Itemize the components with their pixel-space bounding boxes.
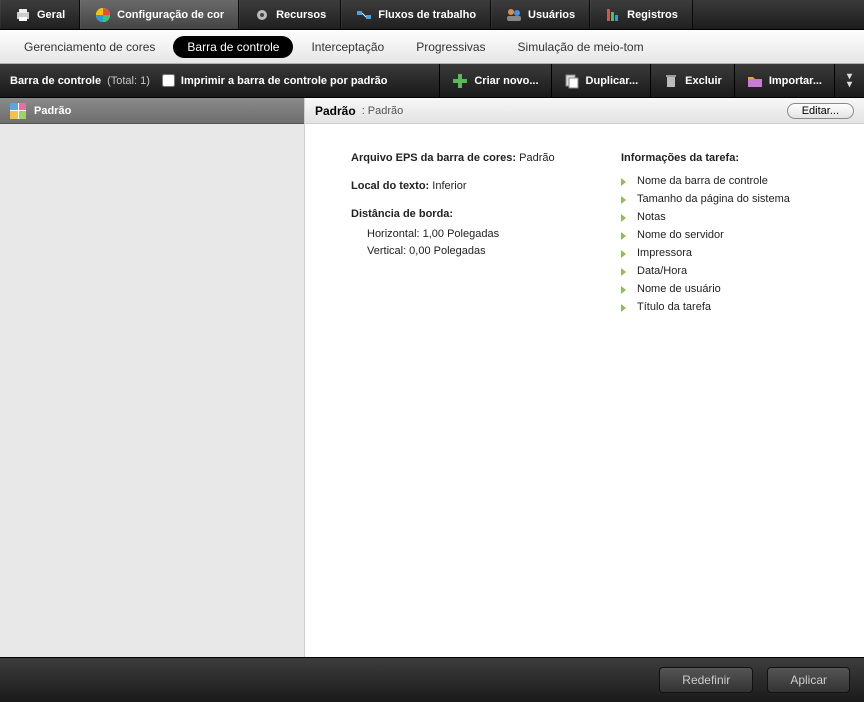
list-item: Tamanho da página do sistema bbox=[621, 190, 838, 208]
subnav-barra-controle[interactable]: Barra de controle bbox=[173, 36, 293, 58]
tab-fluxos[interactable]: Fluxos de trabalho bbox=[341, 0, 491, 29]
printer-icon bbox=[15, 7, 31, 23]
subnav-interceptacao[interactable]: Interceptação bbox=[297, 36, 398, 58]
gear-icon bbox=[254, 7, 270, 23]
button-label: Criar novo... bbox=[474, 75, 538, 87]
vertical-value: Vertical: 0,00 Polegadas bbox=[367, 243, 601, 260]
print-default-text: Imprimir a barra de controle por padrão bbox=[181, 75, 388, 87]
toolbar: Barra de controle (Total: 1) Imprimir a … bbox=[0, 64, 864, 98]
list-item: Data/Hora bbox=[621, 262, 838, 280]
print-default-checkbox[interactable] bbox=[162, 74, 175, 87]
list-item: Notas bbox=[621, 208, 838, 226]
top-tab-bar: Geral Configuração de cor Recursos Fluxo… bbox=[0, 0, 864, 30]
users-icon bbox=[506, 7, 522, 23]
content-header: Padrão : Padrão Editar... bbox=[305, 98, 864, 124]
trash-icon bbox=[663, 73, 679, 89]
sidebar-item-padrao[interactable]: Padrão bbox=[0, 98, 304, 124]
plus-icon bbox=[452, 73, 468, 89]
eps-label: Arquivo EPS da barra de cores: bbox=[351, 152, 516, 164]
tab-registros[interactable]: Registros bbox=[590, 0, 693, 29]
more-button[interactable]: ▾▾ bbox=[834, 64, 864, 97]
logs-icon bbox=[605, 7, 621, 23]
toolbar-count: (Total: 1) bbox=[107, 75, 150, 87]
list-item: Título da tarefa bbox=[621, 298, 838, 316]
list-item: Nome de usuário bbox=[621, 280, 838, 298]
duplicar-button[interactable]: Duplicar... bbox=[551, 64, 651, 97]
duplicate-icon bbox=[564, 73, 580, 89]
tab-label: Geral bbox=[37, 9, 65, 21]
color-wheel-icon bbox=[95, 7, 111, 23]
footer: Redefinir Aplicar bbox=[0, 657, 864, 702]
print-default-checkbox-label[interactable]: Imprimir a barra de controle por padrão bbox=[162, 74, 388, 87]
task-info-list: Nome da barra de controle Tamanho da pág… bbox=[621, 172, 838, 316]
content-title: Padrão bbox=[315, 104, 356, 118]
horizontal-value: Horizontal: 1,00 Polegadas bbox=[367, 226, 601, 243]
workflow-icon bbox=[356, 7, 372, 23]
task-info-title: Informações da tarefa: bbox=[621, 152, 739, 164]
tab-label: Recursos bbox=[276, 9, 326, 21]
tab-recursos[interactable]: Recursos bbox=[239, 0, 341, 29]
criar-novo-button[interactable]: Criar novo... bbox=[439, 64, 550, 97]
sub-nav: Gerenciamento de cores Barra de controle… bbox=[0, 30, 864, 64]
aplicar-button[interactable]: Aplicar bbox=[767, 667, 850, 693]
tab-label: Registros bbox=[627, 9, 678, 21]
list-item: Nome do servidor bbox=[621, 226, 838, 244]
importar-button[interactable]: Importar... bbox=[734, 64, 834, 97]
content-panel: Padrão : Padrão Editar... Arquivo EPS da… bbox=[305, 98, 864, 657]
list-item: Nome da barra de controle bbox=[621, 172, 838, 190]
sidebar-item-label: Padrão bbox=[34, 105, 71, 117]
edit-button[interactable]: Editar... bbox=[787, 103, 854, 119]
subnav-meio-tom[interactable]: Simulação de meio-tom bbox=[504, 36, 658, 58]
content-subtitle: : Padrão bbox=[362, 105, 404, 117]
tab-label: Fluxos de trabalho bbox=[378, 9, 476, 21]
local-label: Local do texto: bbox=[351, 180, 429, 192]
tab-geral[interactable]: Geral bbox=[0, 0, 80, 29]
sidebar: Padrão bbox=[0, 98, 305, 657]
body-area: Padrão Padrão : Padrão Editar... Arquivo… bbox=[0, 98, 864, 657]
excluir-button[interactable]: Excluir bbox=[650, 64, 734, 97]
toolbar-title: Barra de controle bbox=[10, 75, 101, 87]
subnav-progressivas[interactable]: Progressivas bbox=[402, 36, 499, 58]
button-label: Duplicar... bbox=[586, 75, 639, 87]
chevron-double-down-icon: ▾▾ bbox=[847, 73, 852, 89]
eps-value: Padrão bbox=[519, 152, 554, 164]
borda-label: Distância de borda: bbox=[351, 208, 453, 220]
list-item: Impressora bbox=[621, 244, 838, 262]
button-label: Excluir bbox=[685, 75, 722, 87]
tab-label: Usuários bbox=[528, 9, 575, 21]
color-swatch-icon bbox=[10, 103, 26, 119]
tab-usuarios[interactable]: Usuários bbox=[491, 0, 590, 29]
local-value: Inferior bbox=[432, 180, 466, 192]
button-label: Importar... bbox=[769, 75, 822, 87]
tab-configuracao-cor[interactable]: Configuração de cor bbox=[80, 0, 239, 29]
redefinir-button[interactable]: Redefinir bbox=[659, 667, 753, 693]
folder-import-icon bbox=[747, 73, 763, 89]
tab-label: Configuração de cor bbox=[117, 9, 224, 21]
subnav-gerenciamento[interactable]: Gerenciamento de cores bbox=[10, 36, 169, 58]
